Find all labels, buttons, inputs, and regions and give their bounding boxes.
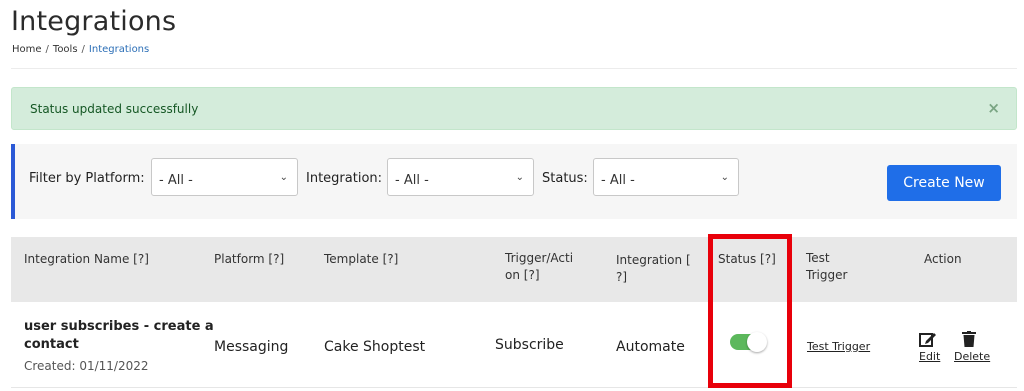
create-new-button[interactable]: Create New [887,165,1001,201]
page-title: Integrations [11,6,177,37]
trash-icon[interactable] [962,331,976,351]
breadcrumb-tools[interactable]: Tools [53,44,78,55]
trigger-cell: Subscribe [495,337,564,353]
header-divider [11,68,1017,69]
chevron-down-icon: ⌄ [515,172,524,183]
delete-link[interactable]: Delete [954,350,990,363]
status-filter-value: - All - [601,173,635,188]
column-header-template: Template [?] [324,252,399,266]
platform-cell: Messaging [214,339,289,355]
table-header: Integration Name [?] Platform [?] Templa… [11,237,1017,302]
chevron-down-icon: ⌄ [720,172,729,183]
column-header-trigger-line2: on [?] [505,268,540,282]
integration-cell: Automate [616,339,685,355]
chevron-down-icon: ⌄ [279,172,288,183]
integration-filter-select[interactable]: - All - ⌄ [387,158,534,196]
close-icon[interactable]: × [987,99,1000,117]
status-column-highlight [708,234,792,388]
integration-name: user subscribes - create a contact [24,318,214,354]
column-header-integration-line1: Integration [ [616,253,691,267]
integration-name-line2: contact [24,337,79,352]
test-trigger-link[interactable]: Test Trigger [807,340,870,353]
column-header-test-line2: Trigger [806,268,848,282]
platform-filter-label: Filter by Platform: [29,171,145,186]
platform-filter-select[interactable]: - All - ⌄ [151,158,298,196]
alert-message: Status updated successfully [30,102,199,116]
platform-filter-value: - All - [159,173,193,188]
integration-filter-value: - All - [395,173,429,188]
status-filter-label: Status: [542,171,588,186]
breadcrumb-home[interactable]: Home [12,44,42,55]
status-filter-select[interactable]: - All - ⌄ [593,158,739,196]
column-header-name: Integration Name [?] [24,252,149,266]
breadcrumb-current[interactable]: Integrations [89,44,149,55]
breadcrumb-separator: / [81,44,85,55]
column-header-integration: Integration [ ?] [616,252,691,286]
success-alert: Status updated successfully × [11,87,1017,130]
edit-icon[interactable] [919,331,937,351]
column-header-trigger: Trigger/Acti on [?] [505,250,573,284]
breadcrumb-separator: / [45,44,49,55]
integration-filter-label: Integration: [306,171,383,186]
integration-name-line1: user subscribes - create a [24,319,214,334]
filter-bar: Filter by Platform: - All - ⌄ Integratio… [11,144,1017,219]
column-header-test-line1: Test [806,251,830,265]
breadcrumb: Home / Tools / Integrations [12,44,149,55]
column-header-integration-line2: ?] [616,270,628,284]
created-date: Created: 01/11/2022 [24,359,149,373]
column-header-trigger-line1: Trigger/Acti [505,251,574,265]
column-header-action: Action [924,252,962,266]
template-cell: Cake Shoptest [324,339,426,355]
column-header-platform: Platform [?] [214,252,285,266]
column-header-test-trigger: Test Trigger [806,250,847,284]
edit-link[interactable]: Edit [919,350,940,363]
